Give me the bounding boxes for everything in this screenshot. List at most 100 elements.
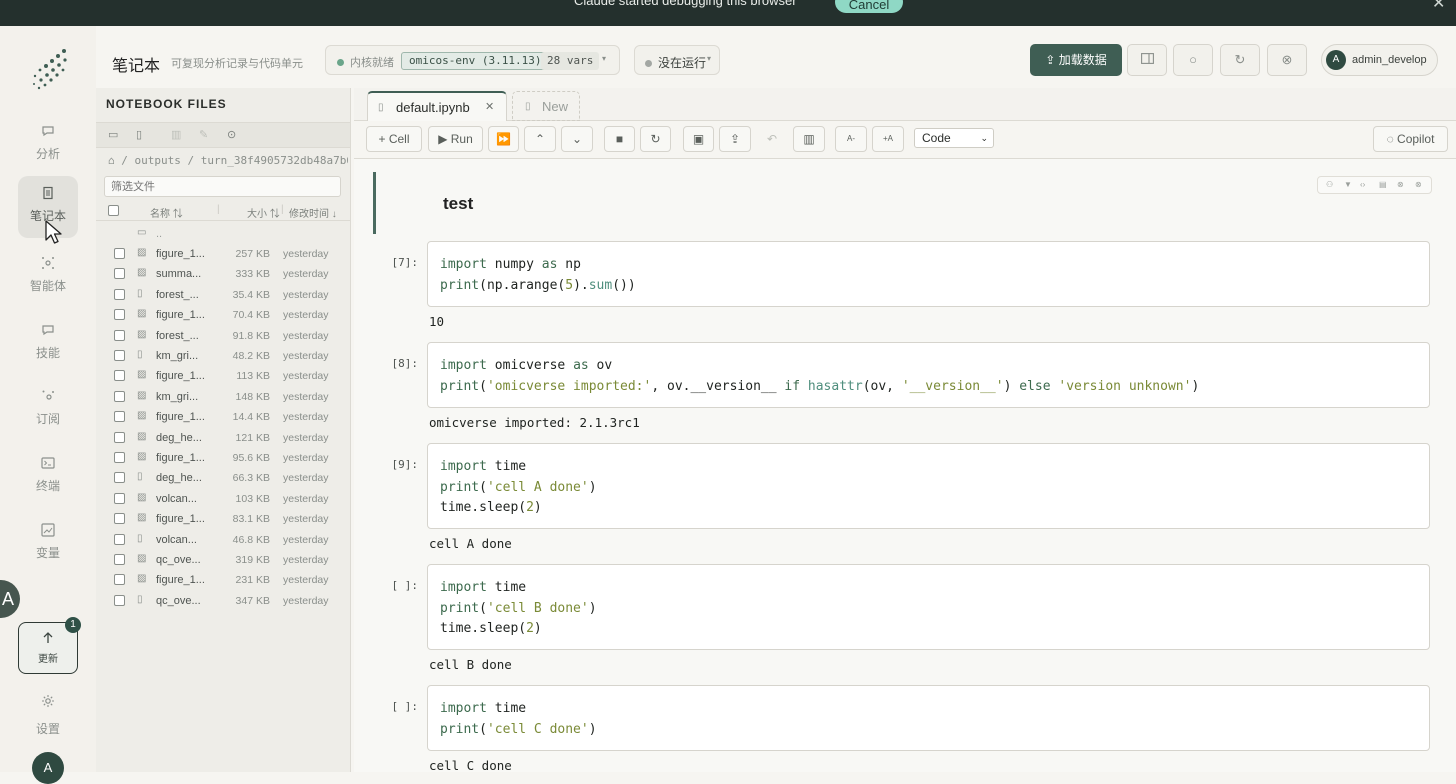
- row-checkbox[interactable]: [114, 370, 125, 382]
- user-menu[interactable]: A admin_develop: [1321, 44, 1438, 76]
- file-row[interactable]: ▯ forest_... 35.4 KB yesterday: [96, 285, 350, 305]
- export-button[interactable]: ⇪: [719, 126, 751, 152]
- row-checkbox[interactable]: [114, 492, 125, 504]
- file-row[interactable]: ▯ qc_ove... 347 KB yesterday: [96, 591, 350, 611]
- filter-icon[interactable]: ▼: [1344, 180, 1352, 189]
- update-label: 更新: [38, 654, 58, 665]
- file-row[interactable]: ▨ deg_he... 121 KB yesterday: [96, 428, 350, 448]
- run-all-button[interactable]: ⏩: [488, 126, 519, 152]
- tab-default-notebook[interactable]: ▯ default.ipynb ✕: [367, 91, 507, 121]
- run-cell-button[interactable]: ▶ Run: [428, 126, 483, 152]
- code-cell[interactable]: import omicverse as ov print('omicverse …: [427, 342, 1430, 408]
- row-checkbox[interactable]: [114, 350, 125, 361]
- row-checkbox[interactable]: [114, 513, 125, 525]
- nav-item-analysis[interactable]: 分析: [18, 114, 78, 176]
- row-checkbox[interactable]: [114, 411, 125, 423]
- tab-new[interactable]: ▯ New: [512, 91, 580, 121]
- file-row[interactable]: ▨ figure_1... 70.4 KB yesterday: [96, 305, 350, 325]
- font-increase-button[interactable]: +A: [872, 126, 904, 152]
- move-up-button[interactable]: ⌃: [524, 126, 556, 152]
- home-icon[interactable]: ⌂: [108, 154, 115, 167]
- interrupt-button[interactable]: ○: [1173, 44, 1213, 76]
- banner-cancel-button[interactable]: Cancel: [835, 0, 903, 13]
- row-checkbox[interactable]: [114, 472, 125, 484]
- person-icon[interactable]: ⚇: [1326, 180, 1333, 189]
- nav-item-variables[interactable]: 变量: [18, 513, 78, 575]
- kernel-status-selector[interactable]: 内核就绪 omicos-env (3.11.13) 28 vars ▾: [325, 45, 620, 75]
- floating-translate-badge[interactable]: A: [0, 580, 20, 618]
- row-checkbox[interactable]: [114, 268, 125, 280]
- delete-cell-button[interactable]: ▥: [793, 126, 825, 152]
- row-checkbox[interactable]: [114, 452, 125, 463]
- file-filter-input[interactable]: [104, 176, 341, 197]
- file-row[interactable]: ▨ volcan... 103 KB yesterday: [96, 489, 350, 509]
- file-row[interactable]: ▨ qc_ove... 319 KB yesterday: [96, 550, 350, 570]
- rename-icon[interactable]: ✎: [199, 128, 208, 141]
- file-row[interactable]: ▨ figure_1... 14.4 KB yesterday: [96, 407, 350, 427]
- stop-button[interactable]: ■: [604, 126, 635, 152]
- undo-button[interactable]: ↶: [757, 126, 787, 152]
- row-checkbox[interactable]: [114, 309, 125, 321]
- row-checkbox[interactable]: [114, 533, 125, 545]
- file-row[interactable]: ▯ km_gri... 48.2 KB yesterday: [96, 346, 350, 366]
- delete-icon[interactable]: ▥: [171, 128, 181, 141]
- file-row[interactable]: ▨ summa... 333 KB yesterday: [96, 264, 350, 284]
- nav-item-terminal[interactable]: 终端: [18, 446, 78, 508]
- add-cell-button[interactable]: + Cell: [366, 126, 422, 152]
- nav-item-settings[interactable]: 设置: [18, 694, 78, 737]
- nav-item-agent[interactable]: 智能体: [18, 246, 78, 308]
- refresh-files-icon[interactable]: ⊙: [227, 128, 236, 141]
- column-size[interactable]: 大小 ⇅: [247, 205, 280, 220]
- column-name[interactable]: 名称 ⇅: [150, 205, 183, 220]
- bottom-avatar[interactable]: A: [32, 752, 64, 784]
- column-modified[interactable]: 修改时间 ↓: [289, 205, 337, 220]
- row-checkbox[interactable]: [114, 594, 125, 606]
- save-button[interactable]: ▣: [683, 126, 714, 152]
- table-icon[interactable]: ▤: [1379, 180, 1387, 189]
- markdown-heading[interactable]: test: [443, 194, 473, 214]
- font-decrease-button[interactable]: A-: [835, 126, 867, 152]
- move-down-button[interactable]: ⌄: [561, 126, 593, 152]
- copilot-button[interactable]: ◌ Copilot: [1373, 126, 1448, 152]
- update-button[interactable]: 更新 1: [18, 617, 81, 674]
- row-checkbox[interactable]: [114, 248, 125, 259]
- new-file-icon[interactable]: ▯: [136, 128, 142, 141]
- row-checkbox[interactable]: [114, 431, 125, 443]
- restart-kernel-button[interactable]: ↻: [1220, 44, 1260, 76]
- file-modified: yesterday: [283, 452, 329, 464]
- select-all-checkbox[interactable]: [108, 205, 119, 216]
- file-row[interactable]: ▯ deg_he... 66.3 KB yesterday: [96, 468, 350, 488]
- row-checkbox[interactable]: [114, 574, 125, 586]
- nav-item-subscribe[interactable]: 订阅: [18, 379, 78, 441]
- row-checkbox[interactable]: [114, 329, 125, 341]
- close-circle-icon[interactable]: ⊗: [1397, 180, 1404, 189]
- split-view-button[interactable]: [1127, 44, 1167, 76]
- file-row[interactable]: ▨ km_gri... 148 KB yesterday: [96, 387, 350, 407]
- file-row[interactable]: ▨ figure_1... 257 KB yesterday: [96, 244, 350, 264]
- code-icon[interactable]: ‹›: [1360, 180, 1365, 189]
- row-checkbox[interactable]: [114, 288, 125, 300]
- file-row[interactable]: ▨ figure_1... 95.6 KB yesterday: [96, 448, 350, 468]
- file-row[interactable]: ▨ figure_1... 113 KB yesterday: [96, 366, 350, 386]
- parent-folder-row[interactable]: ▭ ..: [96, 224, 350, 244]
- code-cell[interactable]: import time print('cell B done') time.sl…: [427, 564, 1430, 650]
- cell-type-select[interactable]: Code ⌄: [914, 128, 994, 148]
- code-cell[interactable]: import time print('cell A done') time.sl…: [427, 443, 1430, 529]
- file-row[interactable]: ▨ forest_... 91.8 KB yesterday: [96, 326, 350, 346]
- shutdown-kernel-button[interactable]: ⊗: [1267, 44, 1307, 76]
- file-row[interactable]: ▨ figure_1... 231 KB yesterday: [96, 570, 350, 590]
- load-data-button[interactable]: ⇪ 加载数据: [1030, 44, 1122, 76]
- tab-close-icon[interactable]: ✕: [485, 93, 494, 122]
- banner-close-icon[interactable]: ✕: [1432, 0, 1445, 13]
- restart-button[interactable]: ↻: [640, 126, 671, 152]
- code-cell[interactable]: import numpy as np print(np.arange(5).su…: [427, 241, 1430, 307]
- row-checkbox[interactable]: [114, 554, 125, 565]
- new-folder-icon[interactable]: ▭: [108, 128, 118, 141]
- file-row[interactable]: ▨ figure_1... 83.1 KB yesterday: [96, 509, 350, 529]
- run-status-selector[interactable]: 没在运行 ▾: [634, 45, 720, 75]
- close-circle-icon[interactable]: ⊗: [1415, 180, 1422, 189]
- code-cell[interactable]: import time print('cell C done'): [427, 685, 1430, 751]
- row-checkbox[interactable]: [114, 390, 125, 402]
- nav-item-skill[interactable]: 技能: [18, 313, 78, 375]
- file-row[interactable]: ▯ volcan... 46.8 KB yesterday: [96, 530, 350, 550]
